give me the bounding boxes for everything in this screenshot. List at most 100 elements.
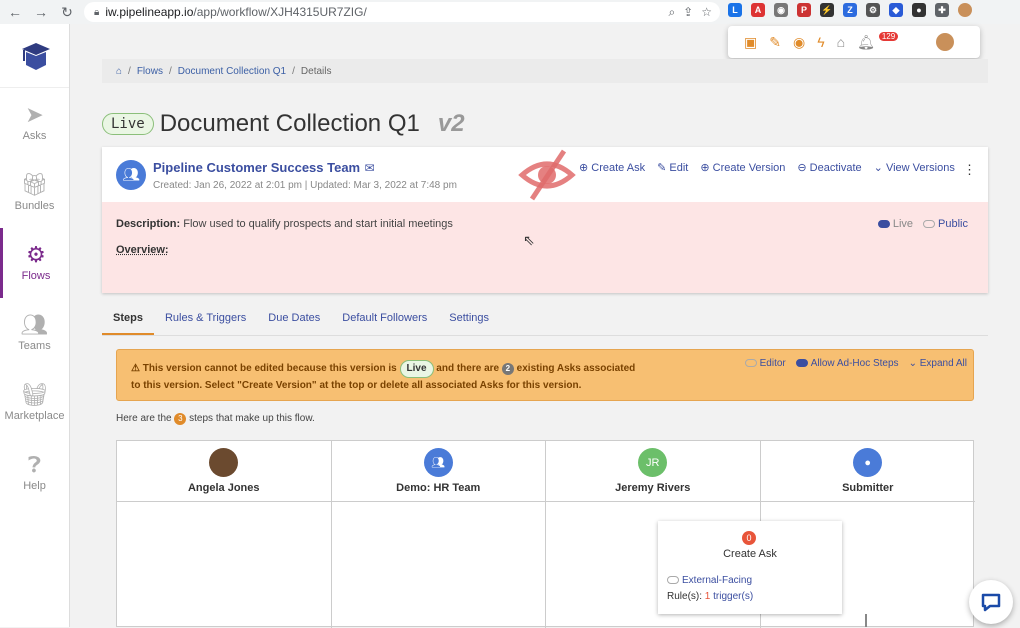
- step-card[interactable]: 0 Create Ask External-Facing Rule(s): 1 …: [658, 521, 842, 614]
- envelope-icon[interactable]: ✉: [365, 161, 375, 175]
- column-assignee: Jeremy Rivers: [615, 482, 691, 494]
- flow-meta: Created: Jan 26, 2022 at 2:01 pm | Updat…: [153, 179, 457, 191]
- bookmark-star-icon[interactable]: ☆: [701, 5, 712, 20]
- live-toggle-label: Live: [892, 218, 914, 230]
- public-toggle-label: Public: [938, 218, 968, 230]
- deactivate-button[interactable]: ⊖ Deactivate: [797, 161, 861, 174]
- step-count-badge: 0: [742, 531, 756, 545]
- adhoc-toggle[interactable]: Allow Ad-Hoc Steps: [795, 356, 899, 372]
- toggle-off-icon: [744, 359, 757, 368]
- bolt-extension-icon[interactable]: ⚡: [820, 3, 834, 17]
- sidebar-item-bundles[interactable]: 🎁︎ Bundles: [0, 158, 69, 228]
- gear-icon: ⚙: [26, 242, 46, 267]
- sidebar-item-label: Asks: [22, 130, 47, 142]
- home-icon[interactable]: ⌂: [837, 34, 845, 50]
- view-versions-button[interactable]: ⌄ View Versions: [874, 161, 955, 174]
- overview-label: Overview:: [116, 244, 169, 256]
- question-icon: ❓︎: [27, 452, 42, 477]
- page-title: Document Collection Q1: [159, 110, 420, 137]
- editor-toggle[interactable]: Editor: [744, 356, 786, 372]
- sidebar-item-label: Teams: [18, 340, 51, 352]
- warning-text-1: This version cannot be edited because th…: [142, 363, 397, 374]
- app-logo[interactable]: [0, 24, 69, 88]
- external-facing-label: External-Facing: [682, 575, 753, 586]
- sidebar-item-marketplace[interactable]: 🧺︎ Marketplace: [0, 368, 69, 438]
- bell-icon[interactable]: 🔔︎: [857, 34, 875, 51]
- public-toggle[interactable]: Public: [923, 218, 968, 230]
- address-bar[interactable]: 🔒︎ iw.pipelineapp.io/app/workflow/XJH431…: [84, 2, 720, 22]
- tab-rules-triggers[interactable]: Rules & Triggers: [154, 308, 257, 335]
- more-options-icon[interactable]: ⋮: [963, 162, 976, 178]
- toggle-on-icon: [877, 220, 890, 229]
- login-extension-icon[interactable]: L: [728, 3, 742, 17]
- url-path: /app/workflow/XJH4315UR7ZIG/: [193, 5, 367, 19]
- camera-icon[interactable]: ◉: [793, 34, 805, 51]
- reload-icon[interactable]: ↻: [58, 3, 76, 21]
- chat-button[interactable]: [969, 580, 1013, 624]
- compass-extension-icon[interactable]: ◆: [889, 3, 903, 17]
- zoom-extension-icon[interactable]: Z: [843, 3, 857, 17]
- puzzle-extension-icon[interactable]: ✚: [935, 3, 949, 17]
- sidebar-item-label: Flows: [21, 270, 51, 282]
- flow-actions: ⊕ Create Ask ✎ Edit ⊕ Create Version ⊖ D…: [579, 161, 955, 174]
- toggle-off-icon: [923, 220, 936, 229]
- breadcrumb: ⌂ / Flows / Document Collection Q1 / Det…: [102, 59, 988, 83]
- home-icon[interactable]: ⌂: [116, 66, 122, 77]
- step-column: 👥︎ Demo: HR Team: [331, 441, 546, 628]
- edit-button[interactable]: ✎ Edit: [657, 161, 688, 174]
- create-ask-label: Create Ask: [591, 162, 646, 174]
- breadcrumb-flows[interactable]: Flows: [137, 66, 163, 77]
- create-ask-button[interactable]: ⊕ Create Ask: [579, 161, 645, 174]
- live-toggle[interactable]: Live: [877, 218, 914, 230]
- pin-extension-icon[interactable]: ●: [912, 3, 926, 17]
- profile-avatar[interactable]: [958, 3, 972, 17]
- create-version-button[interactable]: ⊕ Create Version: [700, 161, 785, 174]
- sidebar-item-asks[interactable]: ➤ Asks: [0, 88, 69, 158]
- warning-text-3: existing Asks associated: [516, 363, 636, 374]
- sidebar-item-flows[interactable]: ⚙ Flows: [0, 228, 69, 298]
- hide-eye-icon: [518, 149, 576, 201]
- zoom-icon[interactable]: ⌕: [668, 5, 675, 20]
- wrench-icon[interactable]: ✎: [769, 34, 781, 51]
- abp-extension-icon[interactable]: A: [751, 3, 765, 17]
- tab-due-dates[interactable]: Due Dates: [257, 308, 331, 335]
- warning-icon: ⚠: [131, 363, 140, 374]
- expand-all-button[interactable]: ⌄ Expand All: [909, 356, 967, 372]
- sidebar-item-help[interactable]: ❓︎ Help: [0, 438, 69, 508]
- notification-count-badge: 129: [878, 31, 899, 41]
- rules-count: 1: [704, 591, 711, 602]
- settings-extension-icon[interactable]: ⚙: [866, 3, 880, 17]
- triggers-link[interactable]: trigger(s): [713, 591, 753, 602]
- connector-line: [865, 614, 867, 627]
- sidebar-item-teams[interactable]: 👥︎ Teams: [0, 298, 69, 368]
- share-icon[interactable]: ⇪: [683, 5, 693, 20]
- edit-label: Edit: [669, 162, 689, 174]
- warning-text-2: and there are: [436, 363, 500, 374]
- tab-default-followers[interactable]: Default Followers: [331, 308, 438, 335]
- team-name[interactable]: Pipeline Customer Success Team: [153, 160, 360, 175]
- create-version-label: Create Version: [712, 162, 786, 174]
- edit-warning-banner: ⚠ This version cannot be edited because …: [116, 349, 974, 401]
- chat-icon: [981, 593, 1001, 612]
- column-assignee: Demo: HR Team: [396, 482, 481, 494]
- back-icon[interactable]: ←: [6, 3, 24, 21]
- camera-extension-icon[interactable]: ◉: [774, 3, 788, 17]
- forward-icon[interactable]: →: [32, 3, 50, 21]
- tab-steps[interactable]: Steps: [102, 308, 154, 335]
- view-versions-label: View Versions: [885, 162, 955, 174]
- avatar: JR: [638, 448, 668, 477]
- pdf-extension-icon[interactable]: P: [797, 3, 811, 17]
- adhoc-label: Allow Ad-Hoc Steps: [810, 358, 899, 369]
- bolt-icon[interactable]: ϟ: [817, 34, 824, 50]
- tab-settings[interactable]: Settings: [438, 308, 500, 335]
- step-column: Angela Jones: [117, 441, 332, 628]
- steps-intro-pre: Here are the: [116, 413, 172, 424]
- breadcrumb-current: Details: [300, 65, 332, 77]
- external-facing-toggle[interactable]: External-Facing: [667, 575, 752, 586]
- steps-count-badge: 3: [174, 413, 187, 425]
- user-avatar[interactable]: [936, 33, 955, 51]
- gift-icon: 🎁︎: [20, 172, 49, 197]
- breadcrumb-collection[interactable]: Document Collection Q1: [178, 66, 286, 77]
- browser-toolbar: ← → ↻ 🔒︎ iw.pipelineapp.io/app/workflow/…: [0, 0, 1020, 24]
- clipboard-icon[interactable]: ▣: [744, 34, 757, 51]
